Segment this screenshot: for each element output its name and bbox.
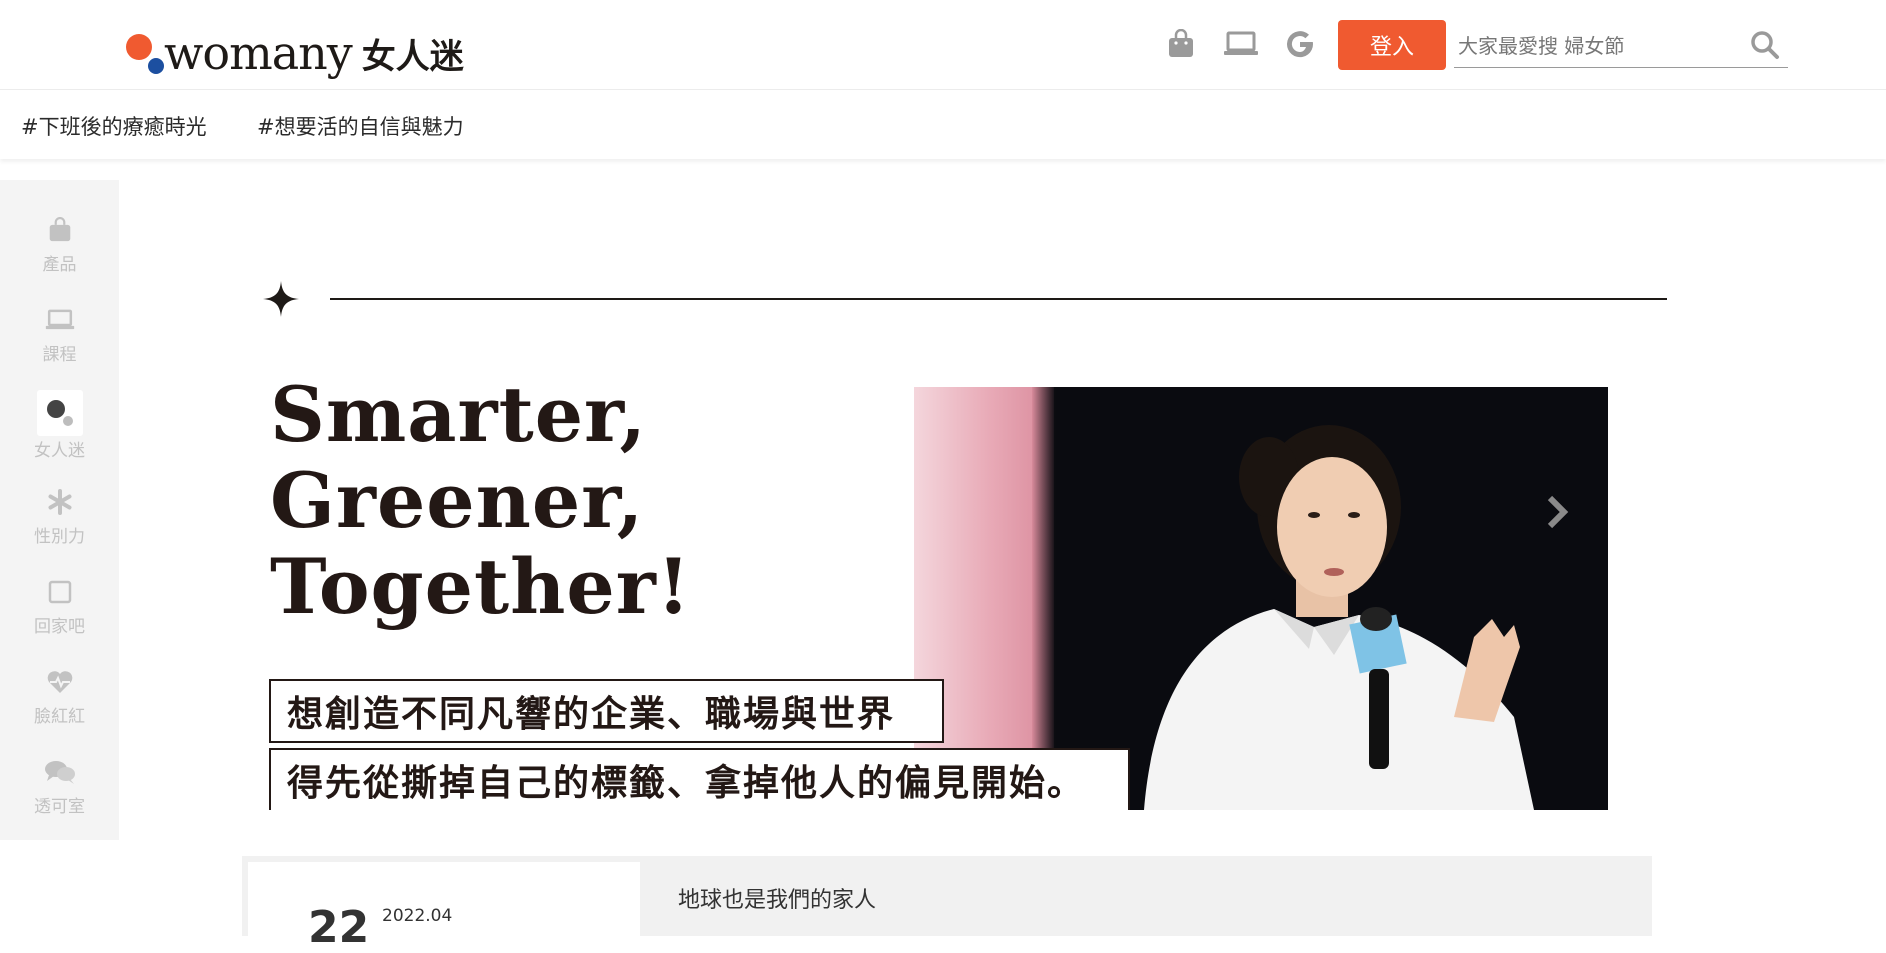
- sparkle-star-icon: [262, 280, 300, 318]
- google-icon[interactable]: [1284, 28, 1316, 60]
- article-title[interactable]: 地球也是我們的家人: [678, 882, 876, 914]
- womany-logo[interactable]: womany 女人迷: [124, 26, 464, 80]
- rail-item-gender[interactable]: 性別力: [0, 482, 119, 547]
- rail-item-home[interactable]: 回家吧: [0, 572, 119, 637]
- rail-item-chat[interactable]: 透可室: [0, 752, 119, 817]
- rail-item-label: 產品: [42, 255, 77, 275]
- headline-line-2: Greener,: [270, 456, 645, 545]
- womany-logo-icon: [36, 390, 83, 436]
- headline-line-3: Together!: [270, 542, 692, 631]
- heartbeat-icon: [40, 662, 80, 702]
- logo-dots-icon: [124, 30, 168, 76]
- article-year-month: 2022.04: [382, 906, 453, 926]
- laptop-icon: [40, 300, 80, 340]
- search-bar: [1454, 26, 1788, 68]
- rail-item-label: 透可室: [34, 797, 85, 817]
- site-header: womany 女人迷 登入: [0, 0, 1886, 90]
- login-button[interactable]: 登入: [1338, 20, 1446, 70]
- carousel-next-arrow-icon[interactable]: [1542, 492, 1572, 532]
- banner-divider-line: [330, 298, 1667, 300]
- article-day: 22: [308, 902, 370, 953]
- rail-item-label: 臉紅紅: [34, 707, 85, 727]
- banner-headline: Smarter, Greener, Together!: [270, 372, 691, 630]
- rail-item-label: 性別力: [34, 527, 85, 547]
- rail-item-label: 課程: [42, 345, 77, 365]
- banner-quote-line-1: 想創造不同凡響的企業、職場與世界: [269, 679, 944, 743]
- logo-wordmark: womany: [164, 26, 353, 80]
- laptop-icon[interactable]: [1222, 28, 1260, 60]
- tag-bar: #下班後的療癒時光 #想要活的自信與魅力: [0, 91, 1886, 159]
- speaker-figure-illustration: [1144, 425, 1534, 810]
- search-input[interactable]: [1458, 30, 1738, 62]
- banner-photo-speaker[interactable]: [914, 387, 1608, 810]
- side-rail: 產品 課程 女人迷 性別力 回家吧 臉紅紅 透可室: [0, 180, 119, 840]
- tag-link-confidence[interactable]: #想要活的自信與魅力: [257, 111, 464, 141]
- headline-line-1: Smarter,: [270, 370, 648, 459]
- chat-bubbles-icon: [40, 752, 80, 792]
- rail-item-label: 回家吧: [34, 617, 85, 637]
- bag-icon: [40, 210, 80, 250]
- rail-item-courses[interactable]: 課程: [0, 300, 119, 365]
- rail-item-products[interactable]: 產品: [0, 210, 119, 275]
- article-card[interactable]: 22 2022.04 地球也是我們的家人: [242, 856, 1652, 953]
- tag-link-healing[interactable]: #下班後的療癒時光: [21, 111, 207, 141]
- square-icon: [40, 572, 80, 612]
- logo-chinese: 女人迷: [361, 36, 464, 77]
- article-date-panel: 22 2022.04: [248, 862, 640, 953]
- banner-quote-line-2: 得先從撕掉自己的標籤、拿掉他人的偏見開始。: [269, 748, 1130, 810]
- rail-item-label: 女人迷: [34, 441, 85, 461]
- asterisk-icon: [40, 482, 80, 522]
- rail-item-blush[interactable]: 臉紅紅: [0, 662, 119, 727]
- rail-item-womany[interactable]: 女人迷: [0, 390, 119, 461]
- search-icon[interactable]: [1750, 30, 1782, 62]
- bag-icon[interactable]: [1165, 28, 1197, 60]
